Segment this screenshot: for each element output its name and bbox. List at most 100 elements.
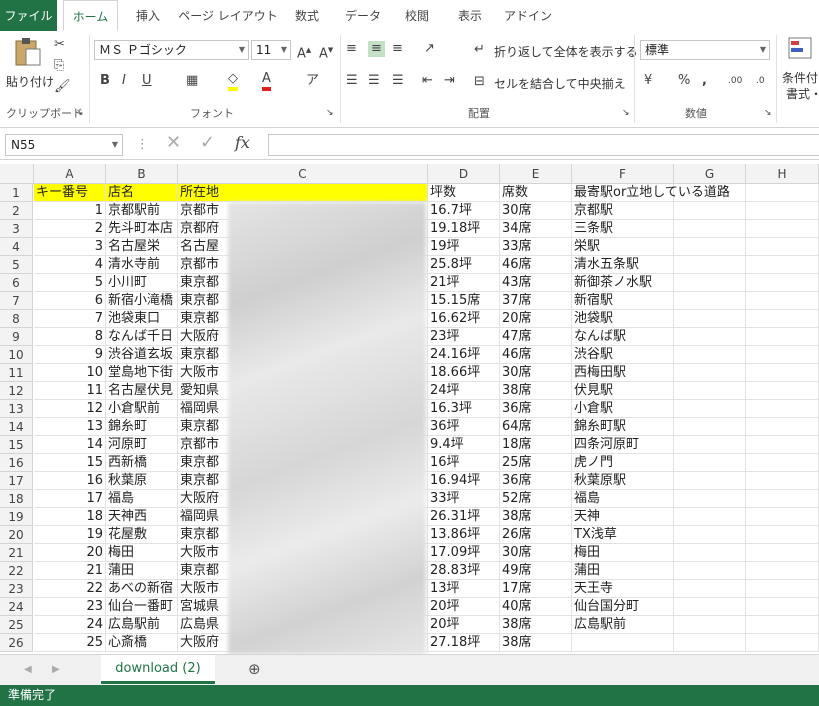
table-cell[interactable]: 広島駅前 — [572, 616, 674, 634]
table-cell[interactable] — [674, 382, 746, 400]
table-cell[interactable]: 池袋東口 — [106, 310, 178, 328]
table-cell[interactable]: 京都駅前 — [106, 202, 178, 220]
table-cell[interactable]: 広島駅前 — [106, 616, 178, 634]
font-name-combo[interactable]: ＭＳ Ｐゴシック ▼ — [94, 40, 249, 60]
row-header[interactable]: 24 — [0, 598, 33, 616]
table-cell[interactable]: 36坪 — [428, 418, 500, 436]
table-cell[interactable]: 24.16坪 — [428, 346, 500, 364]
table-cell[interactable]: 三条駅 — [572, 220, 674, 238]
table-cell[interactable]: 名古屋栄 — [106, 238, 178, 256]
comma-icon[interactable]: , — [702, 73, 707, 89]
table-cell[interactable]: 16 — [34, 472, 106, 490]
table-cell[interactable]: 37席 — [500, 292, 572, 310]
font-size-combo[interactable]: 11 ▼ — [251, 40, 291, 60]
table-cell[interactable] — [746, 562, 819, 580]
orientation-icon[interactable]: ↗ — [424, 41, 435, 57]
table-cell[interactable] — [674, 400, 746, 418]
increase-font-icon[interactable]: A▲ — [297, 42, 311, 62]
table-cell[interactable]: 秋葉原 — [106, 472, 178, 490]
table-cell[interactable]: 蒲田 — [106, 562, 178, 580]
table-cell[interactable]: 伏見駅 — [572, 382, 674, 400]
table-cell[interactable] — [746, 346, 819, 364]
copy-icon[interactable]: ⎘ — [54, 58, 64, 74]
table-cell[interactable] — [746, 202, 819, 220]
header-cell[interactable]: 席数 — [500, 184, 572, 202]
insert-function-icon[interactable]: fx — [235, 135, 250, 151]
select-all-corner[interactable] — [0, 164, 34, 184]
scroll-right-icon[interactable]: ▶ — [52, 662, 60, 678]
table-cell[interactable]: 21坪 — [428, 274, 500, 292]
row-header[interactable]: 12 — [0, 382, 33, 400]
table-cell[interactable] — [674, 256, 746, 274]
column-header-g[interactable]: G — [674, 164, 746, 184]
column-header-h[interactable]: H — [746, 164, 819, 184]
table-cell[interactable]: 堂島地下街 — [106, 364, 178, 382]
wrap-text-button[interactable]: ↵ 折り返して全体を表示する — [474, 41, 638, 61]
table-cell[interactable]: 2 — [34, 220, 106, 238]
table-cell[interactable]: 24坪 — [428, 382, 500, 400]
table-cell[interactable]: 21 — [34, 562, 106, 580]
table-cell[interactable]: 四条河原町 — [572, 436, 674, 454]
table-cell[interactable]: 20坪 — [428, 598, 500, 616]
row-header[interactable]: 23 — [0, 580, 33, 598]
table-cell[interactable] — [746, 328, 819, 346]
row-header[interactable]: 14 — [0, 418, 33, 436]
table-cell[interactable]: 秋葉原駅 — [572, 472, 674, 490]
phonetic-icon[interactable]: ア — [306, 73, 319, 89]
table-cell[interactable]: 38席 — [500, 382, 572, 400]
table-cell[interactable]: 12 — [34, 400, 106, 418]
table-cell[interactable]: TX浅草 — [572, 526, 674, 544]
number-launcher-icon[interactable]: ↘ — [764, 105, 772, 121]
table-cell[interactable]: 24 — [34, 616, 106, 634]
table-cell[interactable]: 仙台一番町 — [106, 598, 178, 616]
align-bottom-icon[interactable]: ≡ — [392, 41, 403, 57]
row-header[interactable]: 20 — [0, 526, 33, 544]
sheet-tab-download[interactable]: download (2) — [101, 655, 215, 684]
table-cell[interactable] — [674, 346, 746, 364]
table-cell[interactable] — [674, 598, 746, 616]
tab-page-layout[interactable]: ページ レイアウト — [178, 0, 278, 31]
table-cell[interactable]: 20席 — [500, 310, 572, 328]
row-header[interactable]: 1 — [0, 184, 33, 202]
table-cell[interactable]: 15 — [34, 454, 106, 472]
table-cell[interactable]: 17席 — [500, 580, 572, 598]
fill-color-icon[interactable]: ◇ — [228, 71, 238, 91]
table-cell[interactable] — [746, 598, 819, 616]
tab-insert[interactable]: 挿入 — [128, 0, 168, 31]
paste-button[interactable]: 貼り付け — [6, 35, 54, 95]
row-header[interactable]: 2 — [0, 202, 33, 220]
table-cell[interactable]: 西新橋 — [106, 454, 178, 472]
table-cell[interactable] — [746, 490, 819, 508]
add-sheet-icon[interactable]: ⊕ — [248, 661, 261, 677]
table-cell[interactable]: 28.83坪 — [428, 562, 500, 580]
border-icon[interactable]: ▦ — [186, 73, 198, 89]
table-cell[interactable]: 11 — [34, 382, 106, 400]
table-cell[interactable] — [746, 472, 819, 490]
table-cell[interactable]: 23 — [34, 598, 106, 616]
table-cell[interactable] — [746, 292, 819, 310]
table-cell[interactable]: 西梅田駅 — [572, 364, 674, 382]
number-format-combo[interactable]: 標準 ▼ — [640, 40, 770, 60]
cut-icon[interactable]: ✂ — [54, 37, 65, 53]
tab-addins[interactable]: アドイン — [500, 0, 556, 31]
table-cell[interactable]: 渋谷駅 — [572, 346, 674, 364]
table-cell[interactable]: なんば千日 — [106, 328, 178, 346]
table-cell[interactable]: 13.86坪 — [428, 526, 500, 544]
table-cell[interactable]: 錦糸町駅 — [572, 418, 674, 436]
table-cell[interactable]: 3 — [34, 238, 106, 256]
column-header-e[interactable]: E — [500, 164, 572, 184]
table-cell[interactable]: 先斗町本店 — [106, 220, 178, 238]
row-header[interactable]: 17 — [0, 472, 33, 490]
table-cell[interactable] — [674, 364, 746, 382]
italic-icon[interactable]: I — [122, 73, 126, 89]
conditional-format-button[interactable]: 条件付 書式・ — [780, 35, 819, 101]
table-cell[interactable] — [746, 310, 819, 328]
row-header[interactable]: 6 — [0, 274, 33, 292]
table-cell[interactable]: 64席 — [500, 418, 572, 436]
tab-review[interactable]: 校閲 — [395, 0, 439, 31]
table-cell[interactable] — [674, 544, 746, 562]
table-cell[interactable]: 16.7坪 — [428, 202, 500, 220]
table-cell[interactable]: 天神西 — [106, 508, 178, 526]
row-header[interactable]: 25 — [0, 616, 33, 634]
column-header-c[interactable]: C — [178, 164, 428, 184]
